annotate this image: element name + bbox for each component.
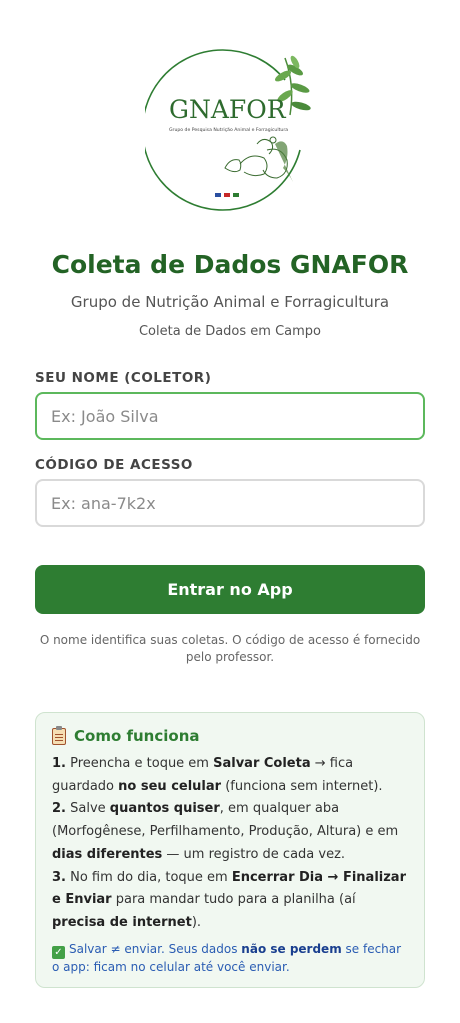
how-it-works-title: Como funciona	[74, 727, 200, 745]
save-vs-send-note: ✓ Salvar ≠ enviar. Seus dados não se perd…	[52, 941, 402, 974]
step-item: 3. No fim do dia, toque em Encerrar Dia …	[52, 869, 406, 930]
code-label: CÓDIGO DE ACESSO	[35, 457, 193, 473]
step-item: 2. Salve quantos quiser, em qualquer aba…	[52, 801, 399, 862]
logo-tagline: Grupo de Pesquisa Nutrição Animal e Forr…	[169, 127, 288, 133]
gnafor-logo: GNAFOR Grupo de Pesquisa Nutrição Animal…	[145, 40, 315, 212]
steps-list: 1. Preencha e toque em Salvar Coleta → f…	[52, 753, 408, 935]
check-icon: ✓	[52, 945, 65, 959]
access-code-input[interactable]	[35, 479, 425, 527]
name-label: SEU NOME (COLETOR)	[35, 370, 212, 386]
collector-name-input[interactable]	[35, 392, 425, 440]
page-title: Coleta de Dados GNAFOR	[51, 250, 409, 279]
page-subtitle: Grupo de Nutrição Animal e Forragicultur…	[70, 293, 390, 311]
how-it-works-header: Como funciona	[52, 725, 408, 745]
how-it-works-card: Como funciona 1. Preencha e toque em Sal…	[35, 712, 425, 988]
step-item: 1. Preencha e toque em Salvar Coleta → f…	[52, 756, 383, 794]
enter-app-button[interactable]: Entrar no App	[35, 565, 425, 614]
logo-name: GNAFOR	[169, 95, 287, 124]
page-caption: Coleta de Dados em Campo	[138, 324, 321, 339]
form-hint: O nome identifica suas coletas. O código…	[39, 633, 421, 664]
clipboard-icon	[52, 725, 66, 745]
